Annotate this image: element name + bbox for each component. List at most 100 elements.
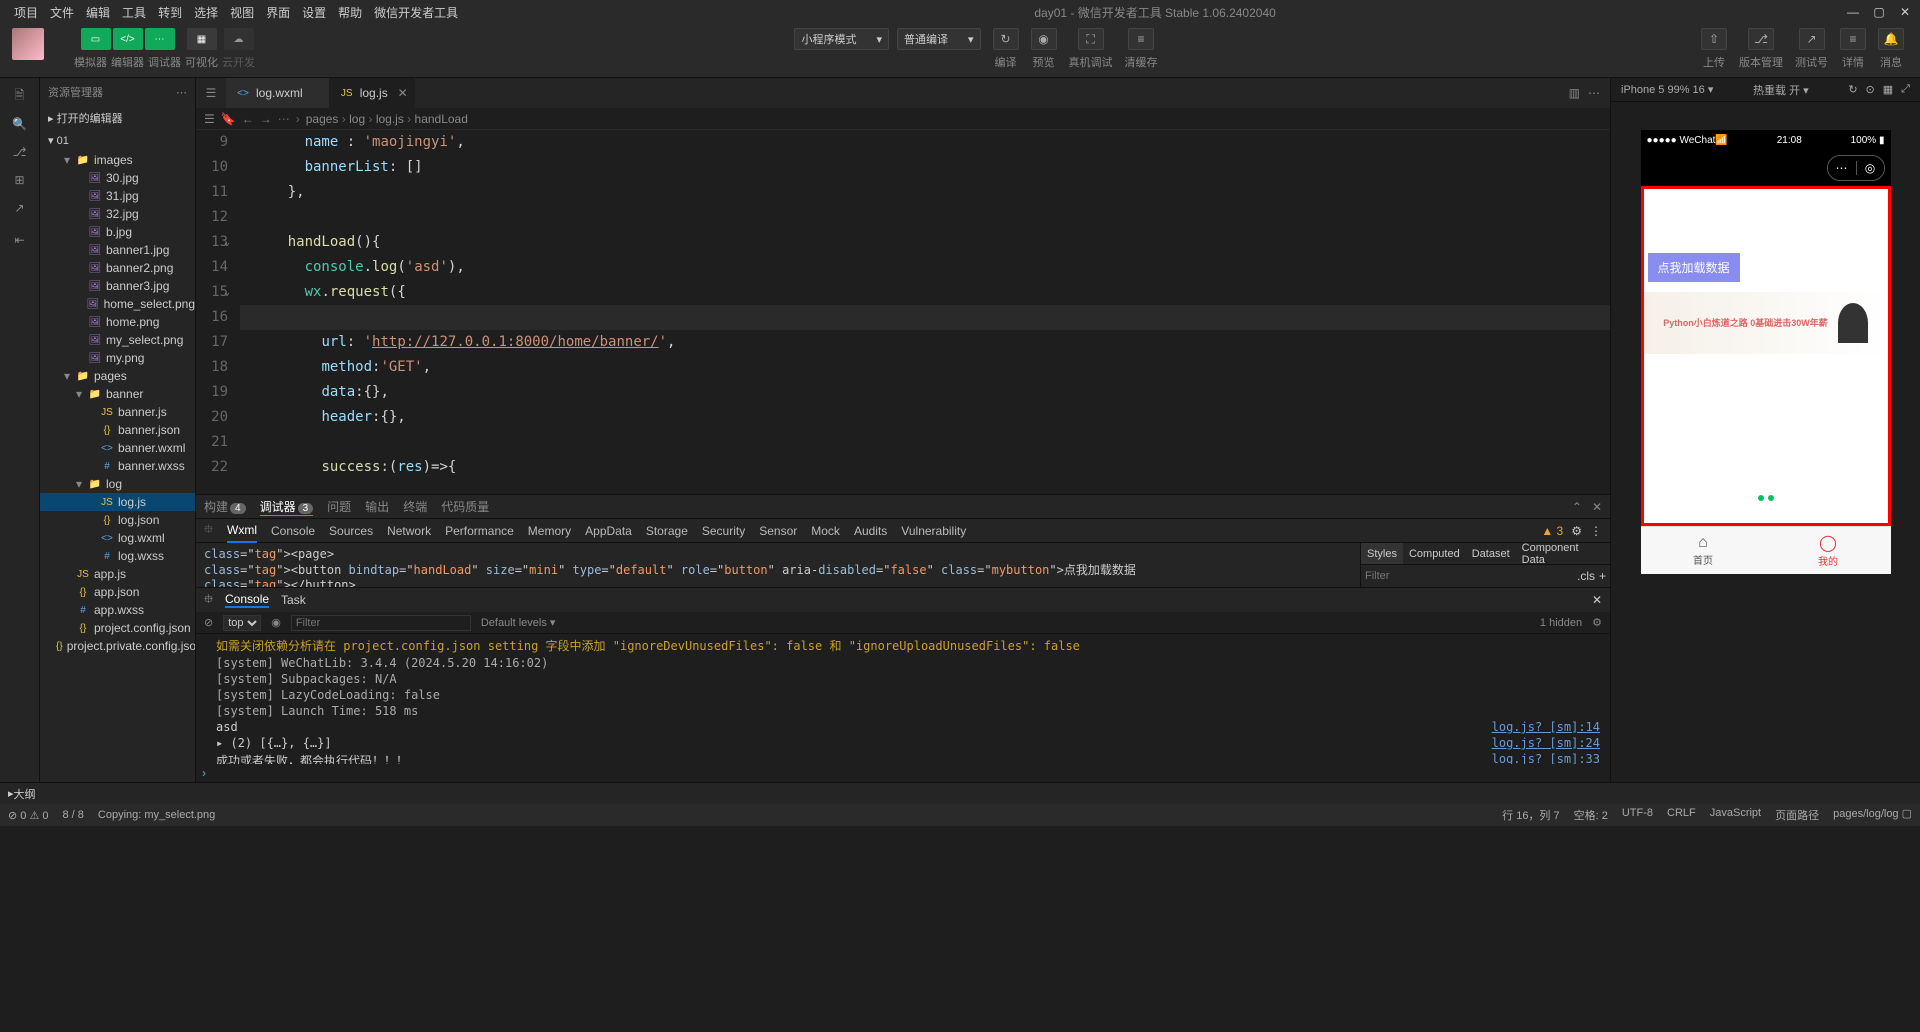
devtools-tab[interactable]: AppData bbox=[585, 524, 632, 538]
warning-badge[interactable]: ▲ 3 bbox=[1541, 524, 1563, 538]
panel-tab[interactable]: 问题 bbox=[327, 498, 351, 515]
gear-icon[interactable]: ⚙ bbox=[1571, 524, 1582, 538]
tree-node[interactable]: JSlog.js bbox=[40, 493, 195, 511]
menu-item[interactable]: 界面 bbox=[260, 4, 296, 21]
more-icon[interactable]: ⋮ bbox=[1590, 524, 1602, 538]
elements-panel[interactable]: class="tag"><page> class="tag"><button b… bbox=[196, 543, 1360, 587]
tree-node[interactable]: 🖼b.jpg bbox=[40, 223, 195, 241]
tree-node[interactable]: 🖼home_select.png bbox=[40, 295, 195, 313]
toolbar-button[interactable]: ≡ bbox=[1840, 28, 1866, 50]
menu-item[interactable]: 工具 bbox=[116, 4, 152, 21]
tree-node[interactable]: {}banner.json bbox=[40, 421, 195, 439]
panel-tab[interactable]: 代码质量 bbox=[441, 498, 489, 515]
code-editor[interactable]: 910111213⌄1415⌄16171819202122 name : 'ma… bbox=[196, 130, 1610, 494]
devtools-tab[interactable]: Security bbox=[702, 524, 745, 538]
more-icon[interactable]: ⋯ bbox=[1588, 86, 1600, 100]
devtools-tab[interactable]: Sensor bbox=[759, 524, 797, 538]
cloud-toggle[interactable]: ☁ bbox=[224, 28, 254, 50]
context-select[interactable]: top bbox=[223, 615, 261, 631]
tree-node[interactable]: 🖼32.jpg bbox=[40, 205, 195, 223]
status-item[interactable]: 页面路径 bbox=[1775, 807, 1819, 823]
console-tab[interactable]: Console bbox=[225, 592, 269, 608]
status-item[interactable]: JavaScript bbox=[1710, 807, 1761, 823]
breadcrumb[interactable]: ☰ 🔖 ← → ⋯› pages › log › log.js › handLo… bbox=[196, 108, 1610, 130]
visual-toggle[interactable]: ▦ bbox=[187, 28, 217, 50]
tree-node[interactable]: ▾📁log bbox=[40, 475, 195, 493]
editor-toggle[interactable]: </> bbox=[113, 28, 143, 50]
tree-node[interactable]: 🖼banner1.jpg bbox=[40, 241, 195, 259]
devtools-tab[interactable]: Console bbox=[271, 524, 315, 538]
devtools-tab[interactable]: Audits bbox=[854, 524, 887, 538]
toolbar-button[interactable]: ⇧ bbox=[1701, 28, 1727, 50]
devtools-tab[interactable]: Performance bbox=[445, 524, 514, 538]
add-icon[interactable]: + bbox=[1599, 569, 1606, 583]
tree-node[interactable]: <>banner.wxml bbox=[40, 439, 195, 457]
breadcrumb-item[interactable]: log.js bbox=[376, 112, 404, 126]
devtools-tab[interactable]: Sources bbox=[329, 524, 373, 538]
back-icon[interactable]: ← bbox=[242, 112, 254, 126]
styles-filter[interactable] bbox=[1365, 570, 1577, 582]
avatar[interactable] bbox=[12, 28, 44, 60]
toolbar-button[interactable]: ↗ bbox=[1799, 28, 1825, 50]
console-tab[interactable]: Task bbox=[281, 593, 306, 607]
panel-tab[interactable]: 调试器3 bbox=[260, 498, 314, 516]
tree-node[interactable]: JSbanner.js bbox=[40, 403, 195, 421]
levels-select[interactable]: Default levels ▾ bbox=[481, 616, 556, 629]
breadcrumb-item[interactable]: log bbox=[349, 112, 365, 126]
tree-node[interactable]: {}app.json bbox=[40, 583, 195, 601]
close-icon[interactable]: ✕ bbox=[1898, 5, 1912, 19]
forward-icon[interactable]: → bbox=[260, 112, 272, 126]
mode-select[interactable]: 小程序模式▾ bbox=[794, 28, 889, 50]
split-icon[interactable]: ▥ bbox=[1569, 86, 1580, 100]
toolbar-button[interactable]: ↻ bbox=[993, 28, 1019, 50]
banner-image[interactable]: Python小白炼道之路 0基础进击30W年薪 bbox=[1644, 292, 1888, 354]
search-icon[interactable]: 🔍 bbox=[6, 110, 34, 138]
more-icon[interactable]: ↗ bbox=[6, 194, 34, 222]
tab-mine[interactable]: ◯我的 bbox=[1766, 527, 1891, 574]
status-item[interactable]: 行 16，列 7 bbox=[1502, 807, 1559, 823]
tree-node[interactable]: ▾📁pages bbox=[40, 367, 195, 385]
refresh-icon[interactable]: ↻ bbox=[1848, 83, 1857, 96]
status-item[interactable]: 空格: 2 bbox=[1574, 807, 1608, 823]
close-icon[interactable]: ✕ bbox=[1592, 593, 1602, 607]
console-prompt[interactable]: › bbox=[196, 764, 1610, 782]
panel-tab[interactable]: 输出 bbox=[365, 498, 389, 515]
tab-home[interactable]: ⌂首页 bbox=[1641, 527, 1766, 574]
expand-icon[interactable]: ⤢ bbox=[1901, 83, 1910, 96]
status-item[interactable]: 8 / 8 bbox=[62, 809, 83, 821]
tree-node[interactable]: #banner.wxss bbox=[40, 457, 195, 475]
tree-node[interactable]: {}log.json bbox=[40, 511, 195, 529]
log-source[interactable]: log.js? [sm]:14 bbox=[1492, 720, 1600, 734]
tree-node[interactable]: 🖼banner2.png bbox=[40, 259, 195, 277]
devtools-tab[interactable]: Storage bbox=[646, 524, 688, 538]
gear-icon[interactable]: ⚙ bbox=[1592, 616, 1602, 629]
panel-tab[interactable]: 终端 bbox=[403, 498, 427, 515]
open-editors-section[interactable]: ▸ 打开的编辑器 bbox=[40, 106, 195, 130]
menu-item[interactable]: 帮助 bbox=[332, 4, 368, 21]
home-icon[interactable]: ⊙ bbox=[1866, 83, 1875, 96]
tree-node[interactable]: JSapp.js bbox=[40, 565, 195, 583]
tab-icon[interactable]: ☰ bbox=[196, 86, 226, 100]
editor-tab[interactable]: JSlog.js✕ bbox=[330, 78, 415, 108]
collapse-icon[interactable]: ⌃ bbox=[1572, 500, 1582, 514]
devtools-tab[interactable]: Network bbox=[387, 524, 431, 538]
menu-item[interactable]: 设置 bbox=[296, 4, 332, 21]
bookmark-icon[interactable]: 🔖 bbox=[221, 112, 236, 126]
tree-node[interactable]: 🖼31.jpg bbox=[40, 187, 195, 205]
tree-node[interactable]: 🖼my.png bbox=[40, 349, 195, 367]
tree-node[interactable]: #app.wxss bbox=[40, 601, 195, 619]
style-tab[interactable]: Dataset bbox=[1466, 543, 1516, 564]
menu-item[interactable]: 微信开发者工具 bbox=[368, 4, 464, 21]
toolbar-button[interactable]: ◉ bbox=[1031, 28, 1057, 50]
menu-item[interactable]: 转到 bbox=[152, 4, 188, 21]
status-item[interactable]: UTF-8 bbox=[1622, 807, 1653, 823]
hot-reload[interactable]: 热重载 开 ▾ bbox=[1753, 82, 1809, 98]
tree-node[interactable]: {}project.private.config.json bbox=[40, 637, 195, 655]
status-item[interactable]: pages/log/log ▢ bbox=[1833, 807, 1912, 823]
explorer-icon[interactable]: 🗎 bbox=[6, 82, 34, 110]
root-section[interactable]: ▾ 01 bbox=[40, 130, 195, 151]
eye-icon[interactable]: ◉ bbox=[271, 616, 281, 629]
editor-tab[interactable]: <>log.wxml bbox=[226, 78, 330, 108]
status-item[interactable]: CRLF bbox=[1667, 807, 1696, 823]
simulator-toggle[interactable]: ▭ bbox=[81, 28, 111, 50]
